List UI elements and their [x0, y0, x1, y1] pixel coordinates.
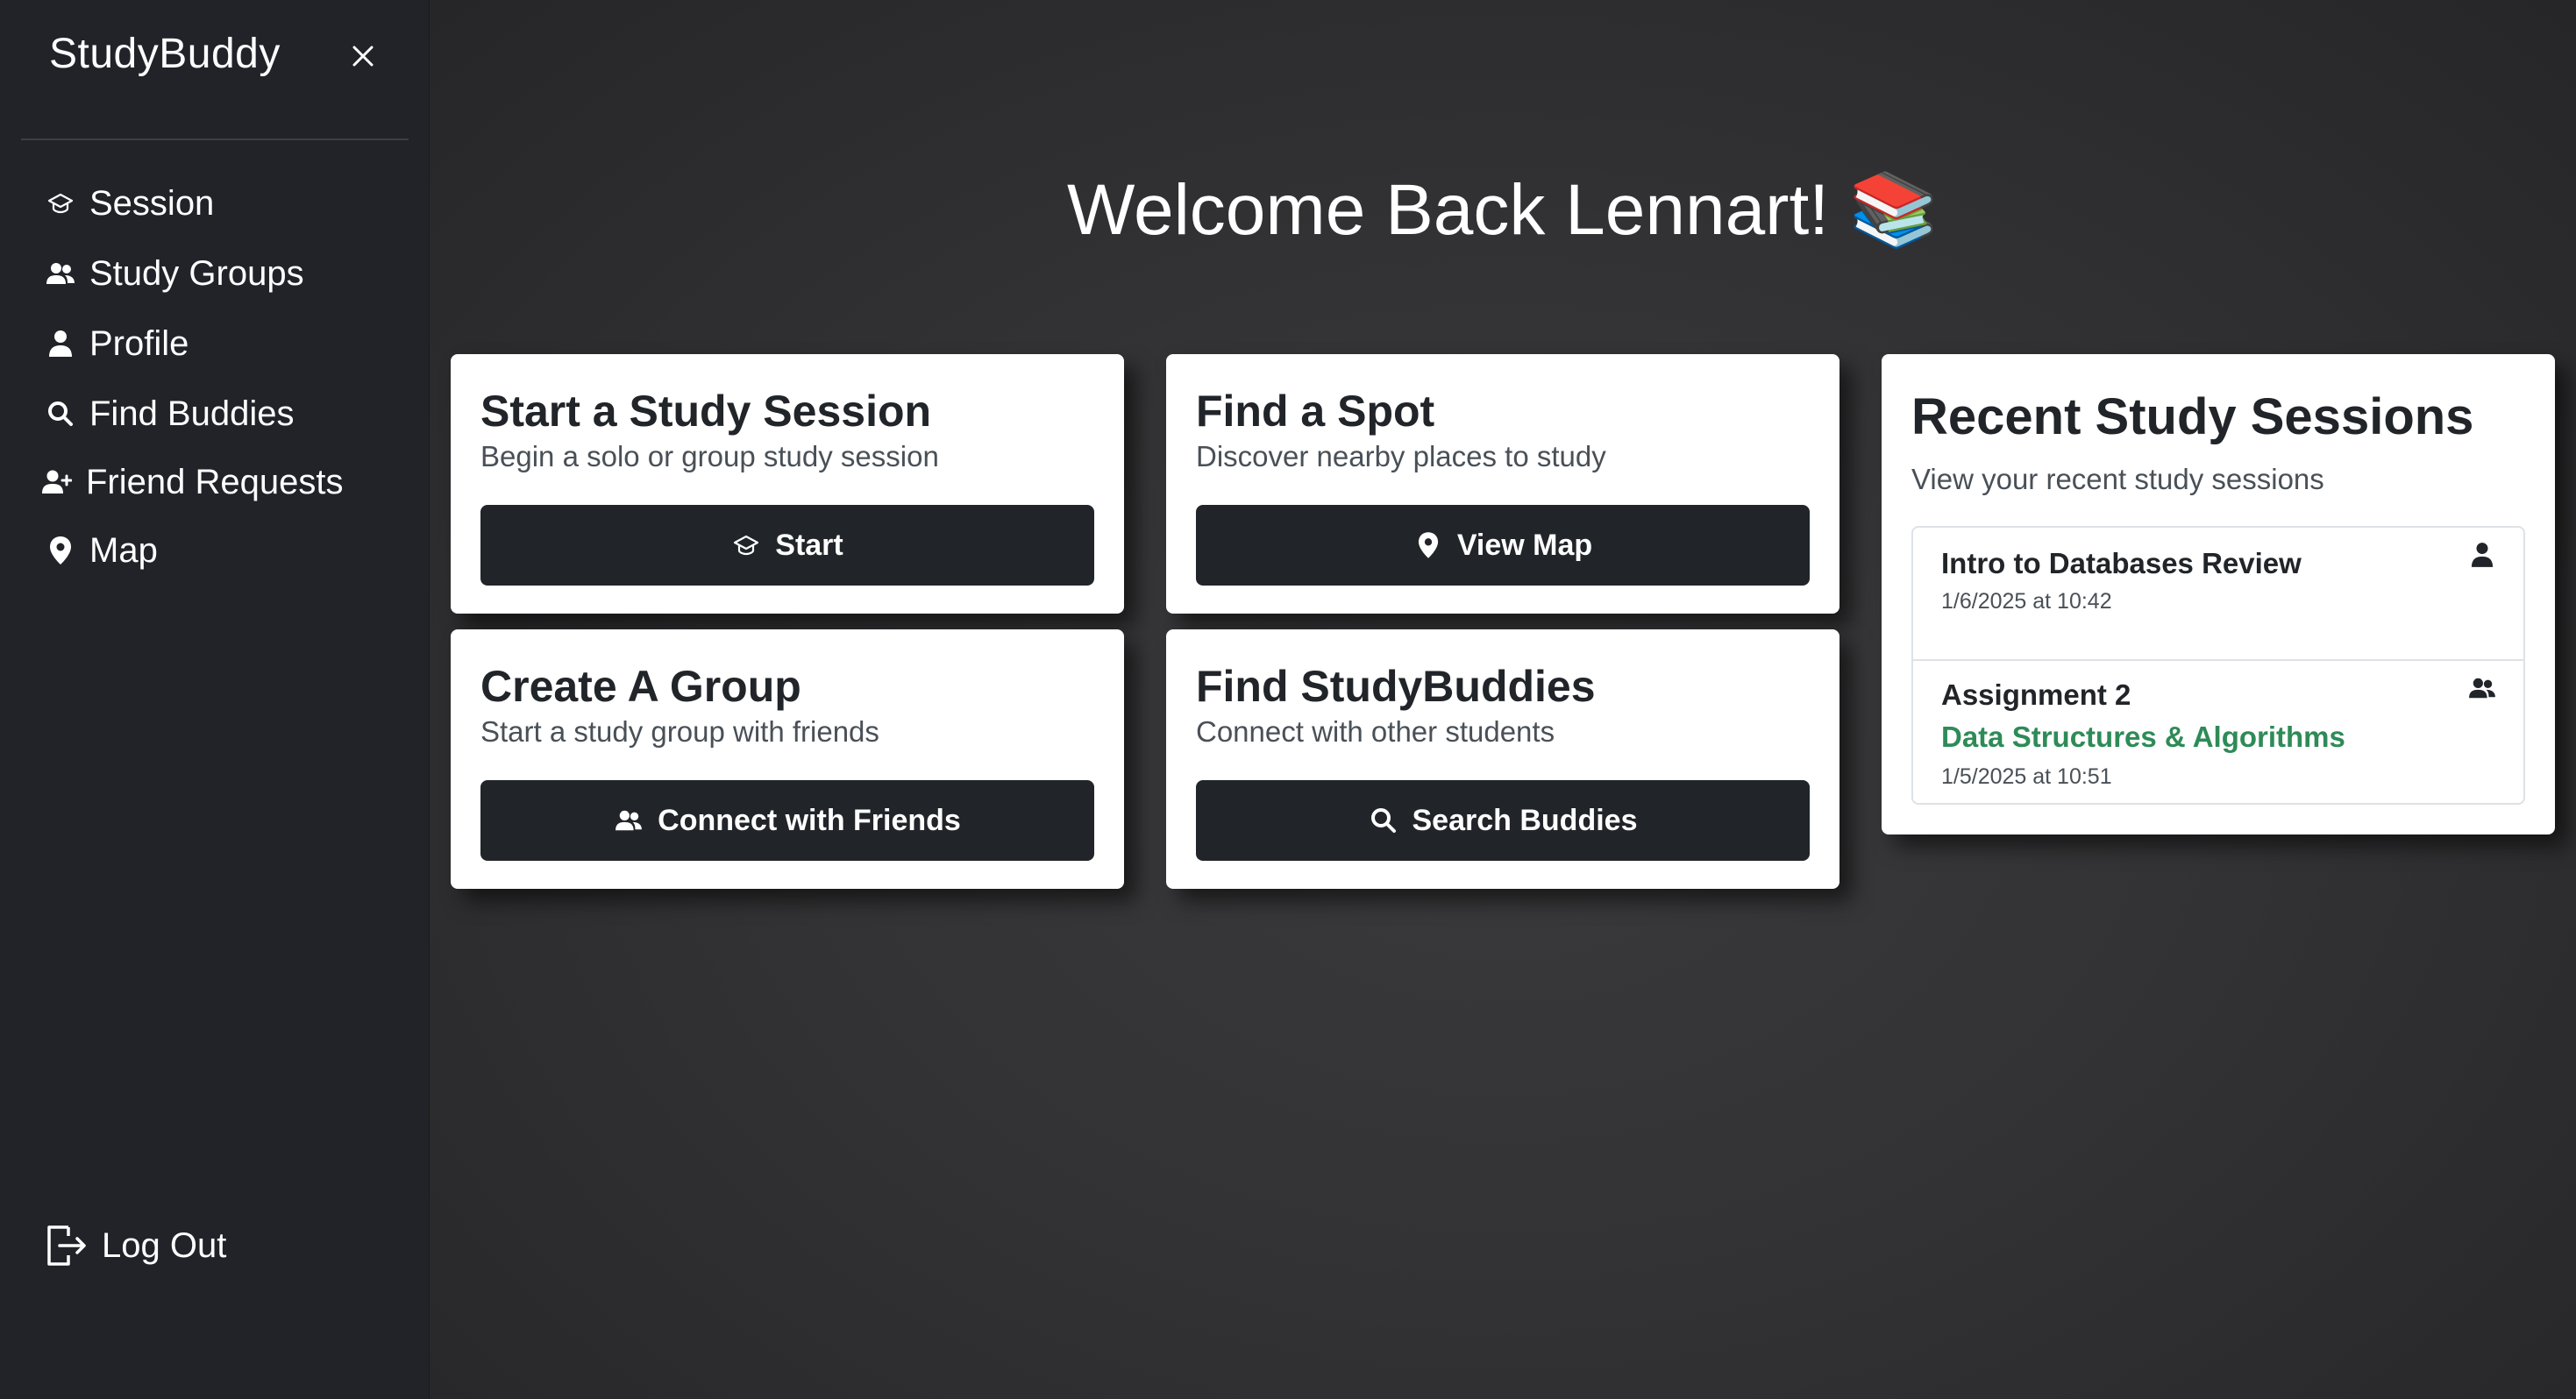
map-pin-icon	[44, 534, 77, 567]
sidebar-item-label: Study Groups	[89, 253, 304, 293]
search-buddies-button[interactable]: Search Buddies	[1196, 780, 1810, 861]
welcome-heading: Welcome Back Lennart! 📚	[1067, 170, 1939, 250]
session-title: Assignment 2	[1941, 678, 2131, 711]
view-map-button[interactable]: View Map	[1196, 505, 1810, 586]
sidebar-item-label: Friend Requests	[86, 462, 344, 501]
sidebar-item-label: Map	[89, 530, 158, 570]
session-date: 1/5/2025 at 10:51	[1941, 764, 2112, 789]
graduation-cap-icon	[44, 187, 77, 220]
sidebar-divider	[21, 138, 409, 140]
start-session-button[interactable]: Start	[480, 505, 1094, 586]
session-item[interactable]: Assignment 2 Data Structures & Algorithm…	[1913, 659, 2523, 803]
sidebar-item-map[interactable]: Map	[44, 526, 158, 575]
logout-label: Log Out	[102, 1225, 227, 1265]
find-studybuddies-card: Find StudyBuddies Connect with other stu…	[1166, 629, 1839, 889]
button-label: Connect with Friends	[658, 803, 961, 837]
graduation-cap-icon	[731, 530, 761, 560]
button-label: Start	[775, 528, 843, 562]
button-label: Search Buddies	[1412, 803, 1638, 837]
card-subtitle: Begin a solo or group study session	[480, 440, 939, 472]
search-icon	[44, 397, 77, 430]
sidebar-item-session[interactable]: Session	[44, 179, 214, 228]
session-item[interactable]: Intro to Databases Review 1/6/2025 at 10…	[1913, 528, 2523, 659]
session-course: Data Structures & Algorithms	[1941, 721, 2345, 753]
recent-sessions-card: Recent Study Sessions View your recent s…	[1882, 354, 2555, 834]
sidebar-item-profile[interactable]: Profile	[44, 319, 189, 368]
button-label: View Map	[1456, 528, 1593, 562]
sidebar-item-label: Find Buddies	[89, 394, 295, 433]
sidebar-item-find-buddies[interactable]: Find Buddies	[44, 389, 294, 438]
session-title: Intro to Databases Review	[1941, 547, 2302, 579]
sidebar-item-label: Profile	[89, 323, 189, 363]
people-icon	[614, 806, 644, 835]
find-spot-card: Find a Spot Discover nearby places to st…	[1166, 354, 1839, 614]
sidebar-item-label: Session	[89, 183, 215, 223]
card-title: Start a Study Session	[480, 387, 932, 436]
map-pin-icon	[1413, 530, 1443, 560]
sidebar-item-study-groups[interactable]: Study Groups	[44, 249, 304, 298]
brand-title: StudyBuddy	[49, 31, 281, 77]
session-list: Intro to Databases Review 1/6/2025 at 10…	[1911, 526, 2525, 805]
sidebar: StudyBuddy Session Study Groups Profile	[0, 0, 430, 1399]
close-sidebar-button[interactable]	[345, 39, 381, 74]
card-title: Create A Group	[480, 662, 801, 711]
logout-icon	[47, 1225, 86, 1266]
person-add-icon	[40, 465, 74, 499]
recent-sessions-subtitle: View your recent study sessions	[1911, 463, 2324, 495]
main-content: Welcome Back Lennart! 📚 Start a Study Se…	[430, 0, 2576, 1399]
people-icon	[2467, 673, 2497, 703]
person-icon	[44, 327, 77, 360]
start-session-card: Start a Study Session Begin a solo or gr…	[451, 354, 1124, 614]
search-icon	[1369, 806, 1398, 835]
logout-button[interactable]: Log Out	[46, 1224, 226, 1268]
card-subtitle: Start a study group with friends	[480, 715, 879, 748]
create-group-card: Create A Group Start a study group with …	[451, 629, 1124, 889]
people-icon	[44, 257, 77, 290]
sidebar-item-friend-requests[interactable]: Friend Requests	[40, 458, 343, 507]
person-icon	[2467, 540, 2497, 570]
card-title: Find StudyBuddies	[1196, 662, 1596, 711]
card-subtitle: Discover nearby places to study	[1196, 440, 1606, 472]
connect-with-friends-button[interactable]: Connect with Friends	[480, 780, 1094, 861]
card-subtitle: Connect with other students	[1196, 715, 1555, 748]
card-title: Find a Spot	[1196, 387, 1435, 436]
close-icon	[352, 46, 374, 67]
recent-sessions-title: Recent Study Sessions	[1911, 388, 2474, 445]
session-date: 1/6/2025 at 10:42	[1941, 589, 2112, 614]
